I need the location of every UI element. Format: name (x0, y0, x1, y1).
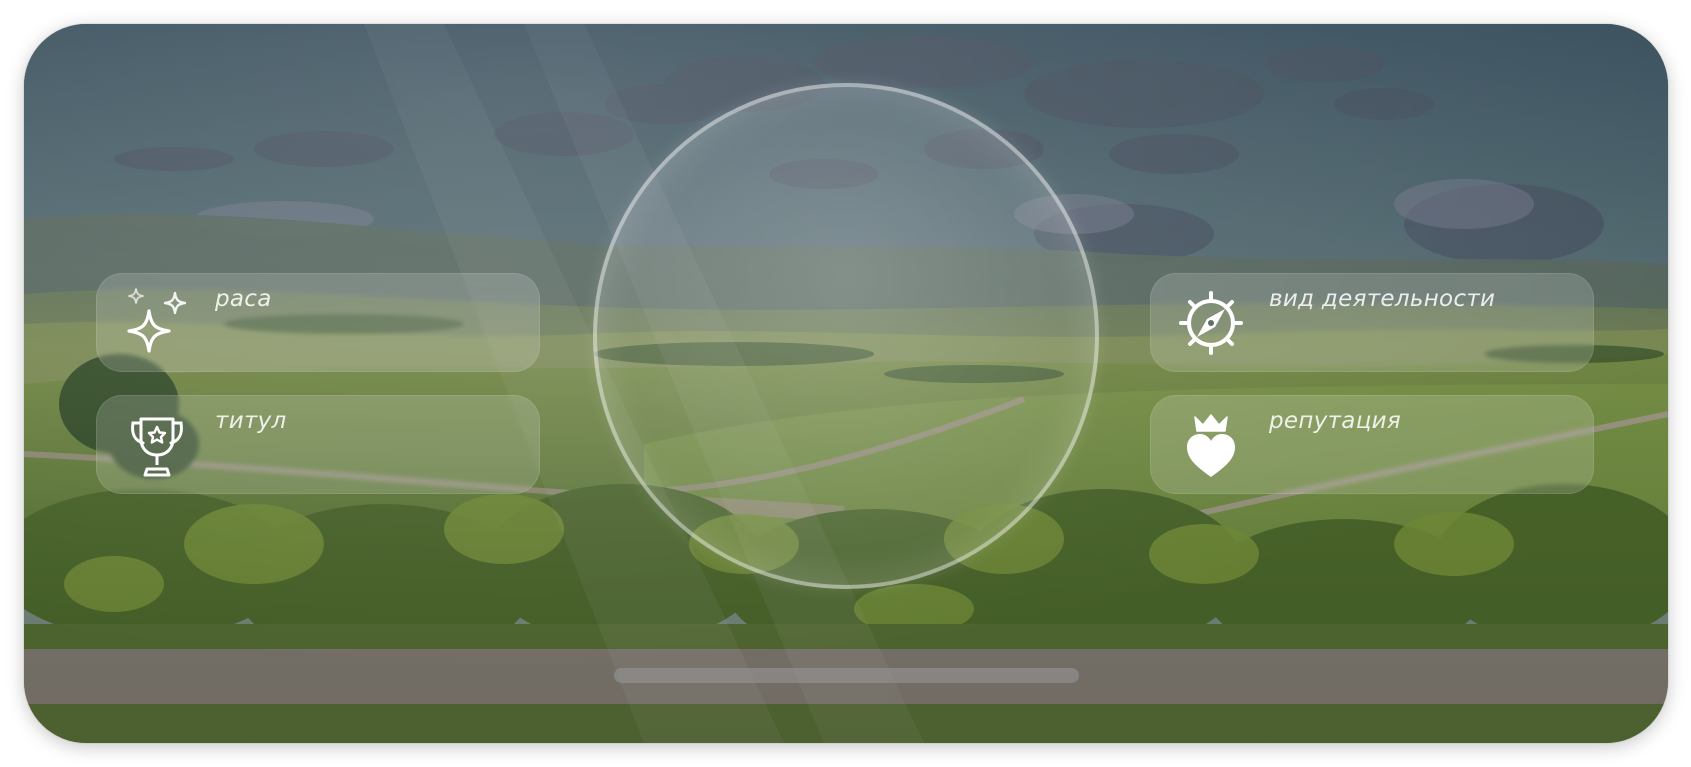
center-lens-button[interactable] (593, 83, 1099, 589)
race-card[interactable]: раса (96, 273, 540, 372)
home-indicator[interactable] (614, 668, 1079, 683)
occupation-label: вид деятельности (1269, 286, 1496, 312)
crowned-heart-icon (1175, 409, 1247, 481)
app-screen: раса титул вид деятельности репутация (24, 24, 1668, 743)
title-label: титул (215, 408, 287, 434)
reputation-label: репутация (1269, 408, 1402, 434)
trophy-icon (121, 409, 193, 481)
reputation-card[interactable]: репутация (1150, 395, 1594, 494)
compass-icon (1175, 287, 1247, 359)
occupation-card[interactable]: вид деятельности (1150, 273, 1594, 372)
sparkles-icon (121, 287, 193, 359)
title-card[interactable]: титул (96, 395, 540, 494)
race-label: раса (215, 286, 272, 312)
